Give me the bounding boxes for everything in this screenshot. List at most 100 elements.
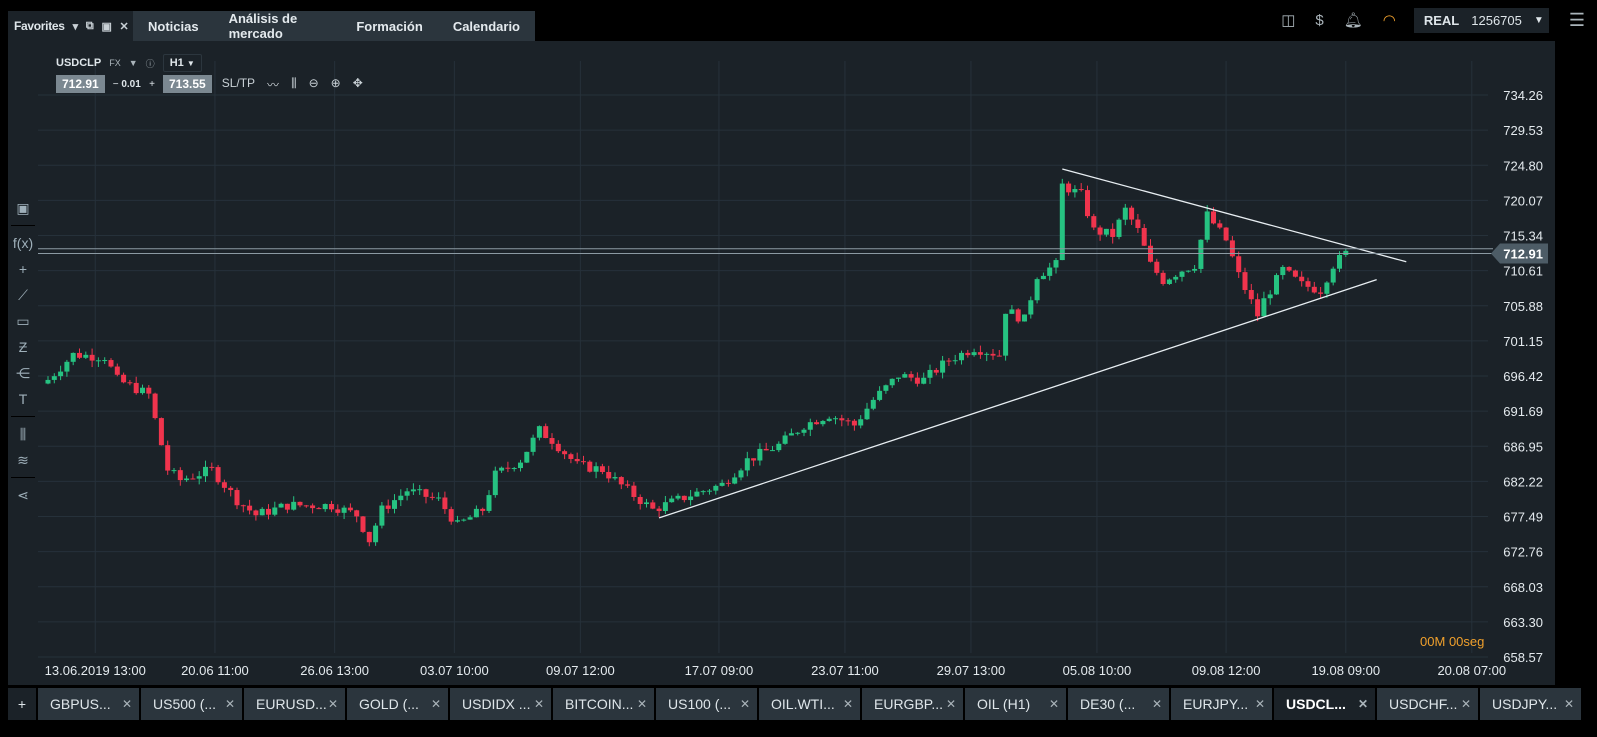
candle-body [417,489,423,491]
close-tab-icon[interactable]: ✕ [122,697,132,711]
dollar-signal-icon[interactable]: $ [1315,12,1323,29]
close-tab-icon[interactable]: ✕ [1152,697,1162,711]
info-icon[interactable]: ⓘ [146,57,155,70]
candle-body [398,495,404,501]
candle-body [770,450,775,452]
zoom-out-icon[interactable]: ⊖ [309,76,319,93]
close-tab-icon[interactable]: ✕ [1358,697,1368,711]
instrument-tab[interactable]: USDIDX ... ✕ [450,688,551,720]
rectangle-icon[interactable]: ▭ [8,308,38,334]
chart-area[interactable]: 734.26 729.53 724.80 720.07 715.34 710.61 705.… [8,41,1555,685]
candle-body [108,360,114,367]
instrument-type[interactable]: FX [109,58,121,68]
instrument-tab[interactable]: EURUSD... ✕ [244,688,345,720]
candle-body [492,470,498,496]
close-tab-icon[interactable]: ✕ [328,697,338,711]
candles-icon[interactable]: ⫼ [8,421,38,447]
price-chart[interactable]: 734.26 729.53 724.80 720.07 715.34 710.61 705.… [8,41,1555,685]
tab-analisis[interactable]: Análisis de mercado [214,11,342,41]
tab-label: DE30 (... [1080,696,1136,712]
fan-icon[interactable]: ⋲ [8,360,38,386]
favorites-tab[interactable]: Favorites ▾ ⧉ ▣ ✕ [8,11,133,41]
candle-body [303,505,309,507]
close-tab-icon[interactable]: ✕ [946,697,956,711]
sltp-button[interactable]: SL/TP [222,76,255,93]
zoom-in-icon[interactable]: ⊕ [331,76,341,93]
caret-down-icon[interactable]: ▾ [73,20,79,33]
instrument-tab[interactable]: USDCL... ✕ [1274,688,1375,720]
candle-body [543,426,549,439]
close-tab-icon[interactable]: ✕ [1461,697,1471,711]
add-tab-button[interactable]: + [8,688,36,720]
close-tab-icon[interactable]: ✕ [843,697,853,711]
candle-body [461,519,467,521]
move-icon[interactable]: ✥ [353,76,363,93]
candle-body [694,491,700,497]
drawing-toolbar: ▣ f(x) + ⟋ ▭ Ƶ ⋲ T ⫼ ≋ ⋖ [8,195,38,508]
candle-body [196,476,202,479]
close-tab-icon[interactable]: ✕ [431,697,441,711]
close-tab-icon[interactable]: ✕ [740,697,750,711]
instrument-tab[interactable]: GBPUS... ✕ [38,688,139,720]
instrument-tab[interactable]: GOLD (... ✕ [347,688,448,720]
instrument-tab[interactable]: OIL.WTI... ✕ [759,688,860,720]
instrument-tab[interactable]: US500 (... ✕ [141,688,242,720]
close-icon[interactable]: ✕ [120,20,129,33]
buy-price-button[interactable]: 713.55 [162,75,212,93]
fibonacci-icon[interactable]: Ƶ [8,334,38,360]
close-tab-icon[interactable]: ✕ [225,697,235,711]
close-tab-icon[interactable]: ✕ [1049,697,1059,711]
close-tab-icon[interactable]: ✕ [1255,697,1265,711]
close-tab-icon[interactable]: ✕ [1564,697,1574,711]
candle-body [971,352,977,356]
y-tick-label: 710.61 [1503,264,1543,279]
text-icon[interactable]: T [8,386,38,412]
instrument-tab[interactable]: BITCOIN... ✕ [553,688,654,720]
tab-formacion[interactable]: Formación [341,19,437,34]
candle-body [436,497,442,499]
candle-body [725,482,731,484]
account-selector[interactable]: REAL 1256705 ▼ [1413,7,1549,33]
caret-down-icon[interactable]: ▼ [129,58,138,68]
close-tab-icon[interactable]: ✕ [637,697,647,711]
instrument-tab[interactable]: DE30 (... ✕ [1068,688,1169,720]
layout-icon[interactable]: ◫ [1281,11,1295,29]
sell-price-button[interactable]: 712.91 [56,75,105,93]
candle-body [448,509,454,522]
close-tab-icon[interactable]: ✕ [534,697,544,711]
bell-icon[interactable]: 🔔︎ [1344,11,1363,29]
trendline-icon[interactable]: ⟋ [8,282,38,308]
layers-icon[interactable]: ≋ [8,447,38,473]
instrument-tab[interactable]: US100 (... ✕ [656,688,757,720]
instrument-tab[interactable]: OIL (H1) ✕ [965,688,1066,720]
candle-body [1192,268,1198,271]
candle-body [902,374,908,378]
chart-type-icon[interactable]: ▣ [8,195,38,221]
candle-body [568,454,574,459]
timeframe-select[interactable]: H1 ▼ [162,54,202,72]
menu-icon[interactable]: ☰ [1569,10,1585,31]
x-tick-label: 09.07 12:00 [546,663,615,678]
candle-body [1003,313,1009,356]
candle-body [77,352,82,358]
popout-icon[interactable]: ⧉ [86,20,94,33]
candle-body [1292,270,1298,277]
candle-body [719,482,725,486]
candle-body [1034,279,1040,301]
favorites-label[interactable]: Favorites [14,19,65,33]
instrument-tab[interactable]: USDCHF... ✕ [1377,688,1478,720]
tab-noticias[interactable]: Noticias [133,19,214,34]
candle-body [1009,309,1015,314]
candles-icon[interactable]: ⫼ [291,76,297,93]
instrument-tab[interactable]: EURJPY... ✕ [1171,688,1272,720]
line-chart-icon[interactable]: 〰 [267,76,279,93]
instrument-tab[interactable]: USDJPY... ✕ [1480,688,1581,720]
candle-body [681,495,687,501]
window-icon[interactable]: ▣ [101,20,111,33]
instrument-tab[interactable]: EURGBP... ✕ [862,688,963,720]
candle-body [927,369,933,378]
crosshair-icon[interactable]: + [8,256,38,282]
tab-calendario[interactable]: Calendario [438,19,535,34]
share-icon[interactable]: ⋖ [8,482,38,508]
indicators-icon[interactable]: f(x) [8,230,38,256]
